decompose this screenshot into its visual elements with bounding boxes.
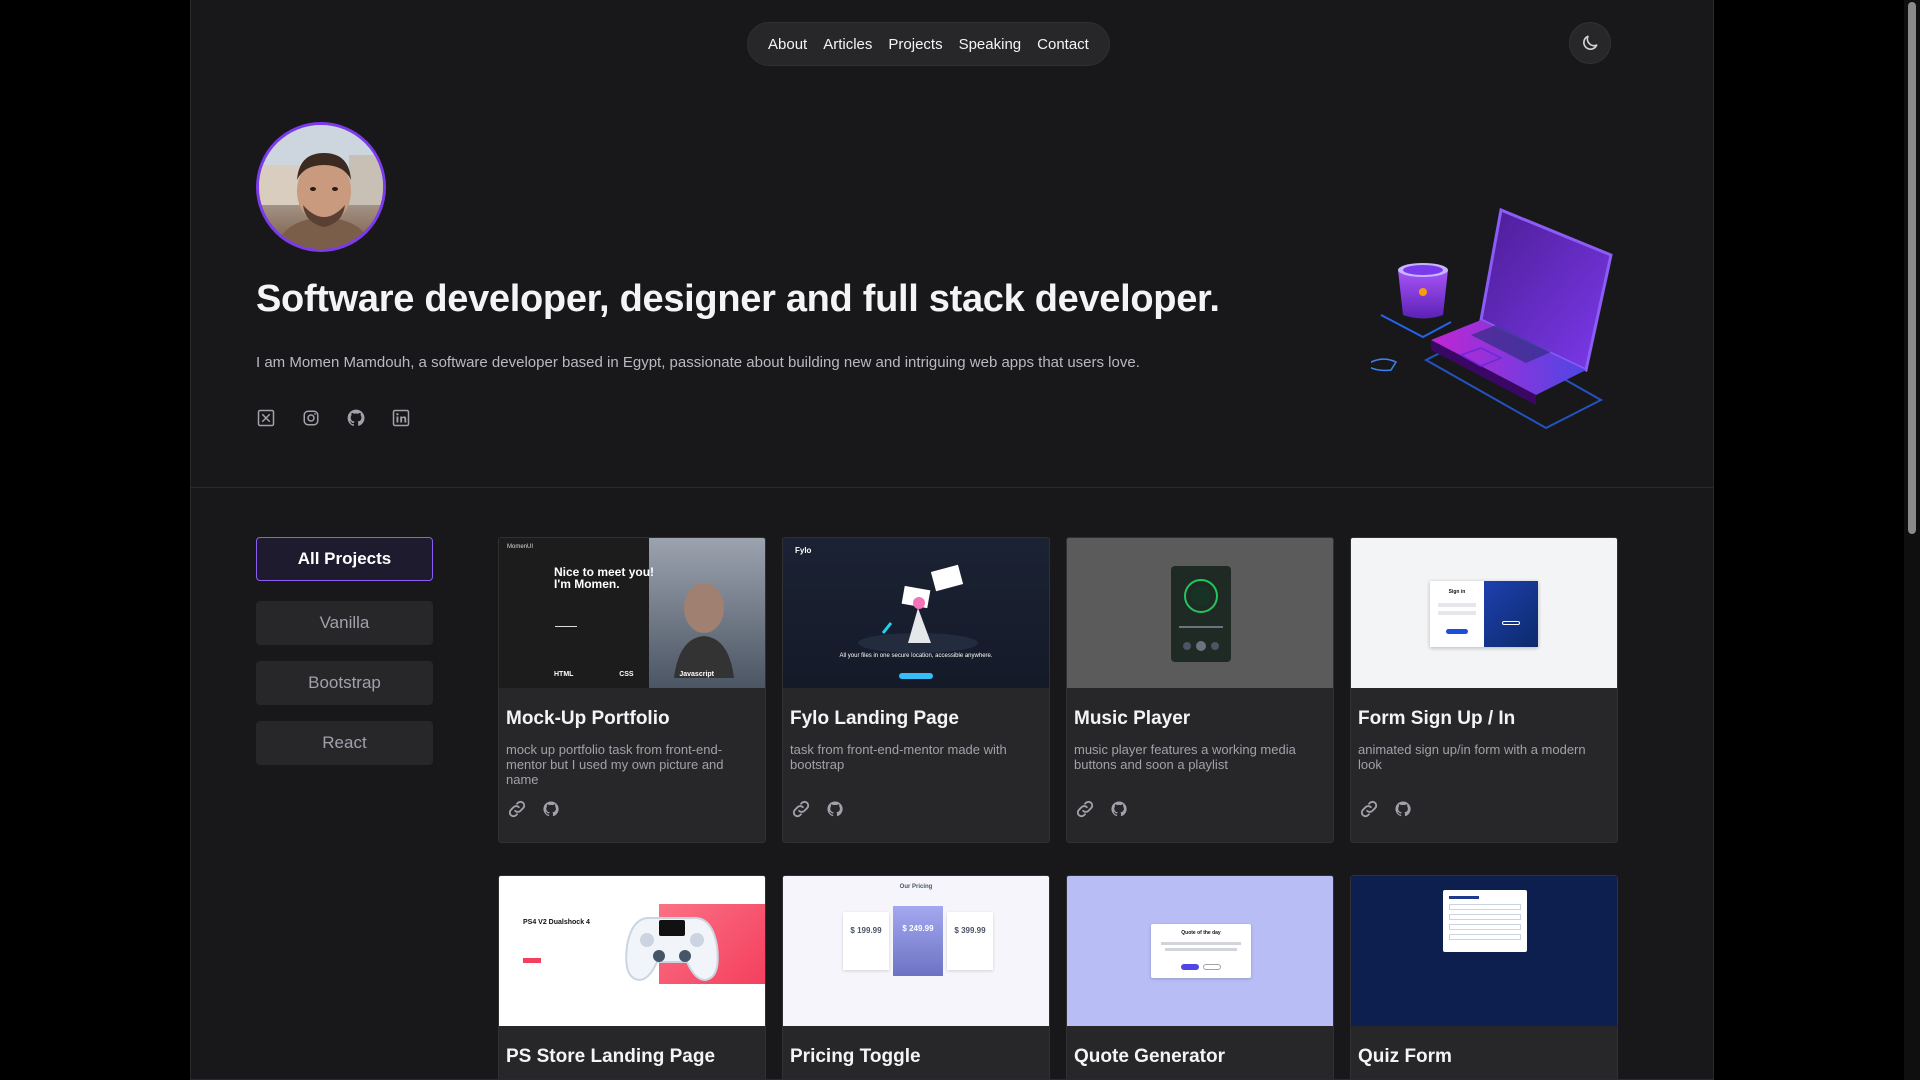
main-nav: About Articles Projects Speaking Contact [747, 22, 1110, 66]
project-thumbnail [1067, 538, 1333, 688]
nav-articles[interactable]: Articles [823, 36, 872, 53]
hero-intro: I am Momen Mamdouh, a software developer… [256, 354, 1140, 371]
hero-title: Software developer, designer and full st… [256, 278, 1220, 320]
link-icon[interactable] [1358, 798, 1380, 820]
vertical-scrollbar[interactable] [1904, 0, 1920, 1080]
github-icon[interactable] [540, 798, 562, 820]
filter-react[interactable]: React [256, 721, 433, 765]
project-title: Music Player [1074, 708, 1191, 729]
theme-toggle-button[interactable] [1569, 22, 1611, 64]
project-description: music player features a working media bu… [1074, 742, 1296, 772]
filter-bootstrap[interactable]: Bootstrap [256, 661, 433, 705]
instagram-icon[interactable] [301, 408, 321, 428]
nav-contact[interactable]: Contact [1037, 36, 1089, 53]
link-icon[interactable] [790, 798, 812, 820]
section-divider [191, 487, 1713, 488]
avatar [256, 122, 386, 252]
project-thumbnail: Fylo All your files in one secure locati… [783, 538, 1049, 688]
project-thumbnail: Sign in [1351, 538, 1617, 688]
project-title: Form Sign Up / In [1358, 708, 1516, 729]
nav-projects[interactable]: Projects [888, 36, 942, 53]
project-card[interactable]: Quiz Form [1350, 875, 1618, 1079]
project-thumbnail [1351, 876, 1617, 1026]
project-title: Fylo Landing Page [790, 708, 959, 729]
project-card[interactable]: Music Player music player features a wor… [1066, 537, 1334, 843]
nav-speaking[interactable]: Speaking [959, 36, 1022, 53]
project-description: task from front-end-mentor made with boo… [790, 742, 1007, 772]
link-icon[interactable] [506, 798, 528, 820]
project-description: animated sign up/in form with a modern l… [1358, 742, 1586, 772]
project-card[interactable]: Fylo All your files in one secure locati… [782, 537, 1050, 843]
nav-about[interactable]: About [768, 36, 807, 53]
project-card[interactable]: MomenUI Nice to meet you! I'm Momen. HTM… [498, 537, 766, 843]
github-icon[interactable] [824, 798, 846, 820]
project-title: Mock-Up Portfolio [506, 708, 670, 729]
github-icon[interactable] [346, 408, 366, 428]
project-thumbnail: Quote of the day [1067, 876, 1333, 1026]
project-thumbnail: Our Pricing $ 199.99 $ 249.99 $ 399.99 [783, 876, 1049, 1026]
x-icon[interactable] [256, 408, 276, 428]
filter-vanilla[interactable]: Vanilla [256, 601, 433, 645]
project-title: Quote Generator [1074, 1046, 1225, 1067]
project-thumbnail: PS4 V2 Dualshock 4 [499, 876, 765, 1026]
project-card[interactable]: Quote of the day Quote Generator [1066, 875, 1334, 1079]
project-card[interactable]: Our Pricing $ 199.99 $ 249.99 $ 399.99 P… [782, 875, 1050, 1079]
github-icon[interactable] [1108, 798, 1130, 820]
project-title: PS Store Landing Page [506, 1046, 716, 1067]
project-card[interactable]: Sign in Form Sign Up / In animated sign … [1350, 537, 1618, 843]
link-icon[interactable] [1074, 798, 1096, 820]
filter-all-projects[interactable]: All Projects [256, 537, 433, 581]
social-links [256, 408, 411, 428]
github-icon[interactable] [1392, 798, 1414, 820]
project-title: Quiz Form [1358, 1046, 1452, 1067]
moon-icon [1583, 35, 1598, 50]
project-thumbnail: MomenUI Nice to meet you! I'm Momen. HTM… [499, 538, 765, 688]
laptop-illustration [1364, 200, 1641, 435]
linkedin-icon[interactable] [391, 408, 411, 428]
project-title: Pricing Toggle [790, 1046, 921, 1067]
scrollbar-thumb[interactable] [1908, 2, 1916, 534]
page: About Articles Projects Speaking Contact… [190, 0, 1714, 1080]
project-card[interactable]: PS4 V2 Dualshock 4 PS Store Landing Page [498, 875, 766, 1079]
project-description: mock up portfolio task from front-end-me… [506, 742, 724, 787]
